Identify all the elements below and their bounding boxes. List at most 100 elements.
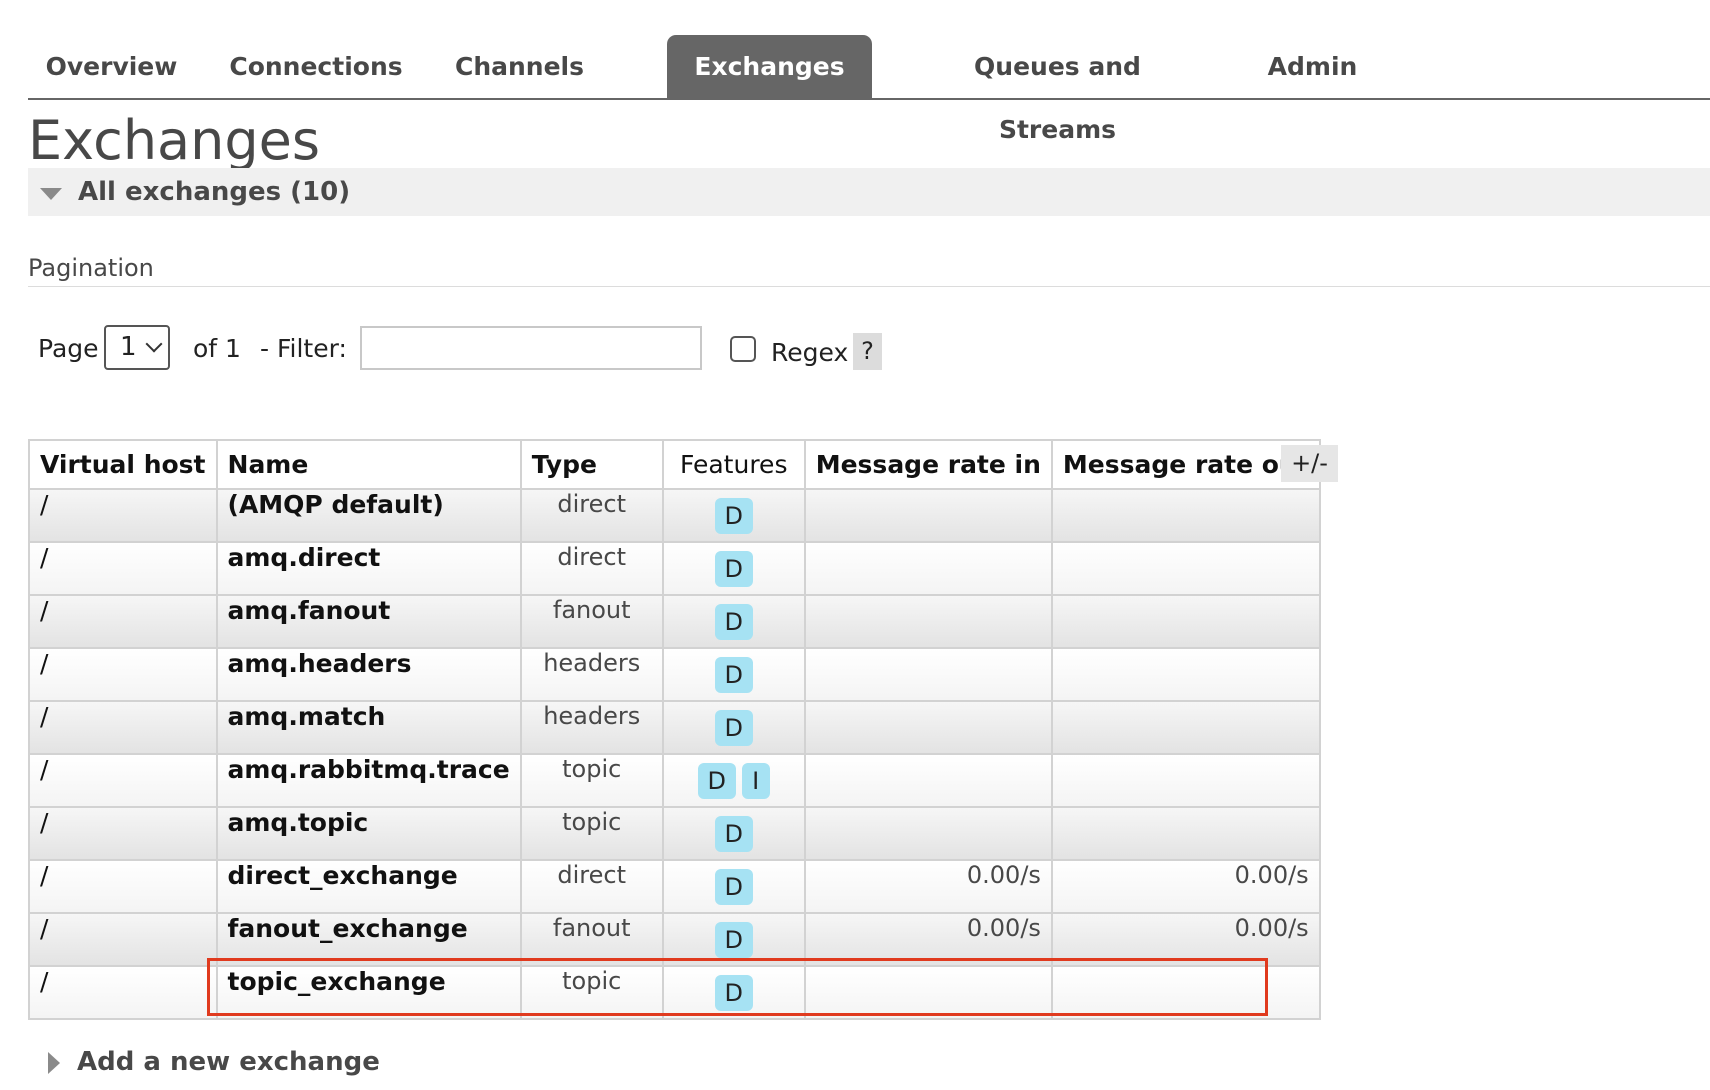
feature-badge[interactable]: D [697, 762, 736, 799]
feature-badge[interactable]: I [741, 762, 770, 799]
rate-out-cell [1050, 647, 1321, 702]
column-header-virtual-host[interactable]: Virtual host [28, 439, 218, 490]
column-header-message-rate-in[interactable]: Message rate in [803, 439, 1053, 490]
main-nav-tabs: Overview Connections Channels Exchanges … [28, 0, 1710, 144]
feature-badge[interactable]: D [714, 603, 753, 640]
rate-out-cell [1050, 965, 1321, 1020]
features-cell: D [661, 541, 806, 596]
page-select[interactable]: 1 [104, 325, 170, 370]
exchange-name-link[interactable]: (AMQP default) [215, 488, 522, 543]
features-cell: D [661, 647, 806, 702]
rate-in-cell [803, 594, 1053, 649]
vhost-cell: / [28, 488, 218, 543]
pagination-heading: Pagination [28, 254, 154, 282]
page-label: Page [38, 334, 99, 363]
tab-exchanges[interactable]: Exchanges [667, 35, 872, 98]
rate-in-cell: 0.00/s [803, 859, 1053, 914]
tab-connections[interactable]: Connections [221, 35, 411, 98]
exchange-name-link[interactable]: amq.match [215, 700, 522, 755]
exchange-name-link[interactable]: fanout_exchange [215, 912, 522, 967]
exchange-name-link[interactable]: amq.direct [215, 541, 522, 596]
features-cell: DI [661, 753, 806, 808]
page-of-label: of 1 [193, 334, 241, 363]
exchange-name-link[interactable]: amq.fanout [215, 594, 522, 649]
exchange-name-link[interactable]: amq.topic [215, 806, 522, 861]
expand-triangle-icon [48, 1052, 60, 1074]
feature-badge[interactable]: D [714, 974, 753, 1011]
feature-badge[interactable]: D [714, 921, 753, 958]
feature-badge[interactable]: D [714, 550, 753, 587]
table-row: / amq.topic topic D [28, 806, 1321, 861]
regex-label: Regex [771, 338, 849, 367]
rate-in-cell [803, 647, 1053, 702]
rate-in-cell [803, 753, 1053, 808]
tab-admin[interactable]: Admin [1260, 35, 1365, 98]
column-header-name[interactable]: Name [215, 439, 522, 490]
columns-toggle-button[interactable]: +/- [1281, 445, 1338, 482]
features-cell: D [661, 700, 806, 755]
feature-badge[interactable]: D [714, 868, 753, 905]
type-cell: headers [519, 647, 664, 702]
filter-input[interactable] [360, 326, 702, 370]
exchange-name-link[interactable]: direct_exchange [215, 859, 522, 914]
table-row: / amq.rabbitmq.trace topic DI [28, 753, 1321, 808]
table-row: / direct_exchange direct D 0.00/s 0.00/s [28, 859, 1321, 914]
rate-in-cell: 0.00/s [803, 912, 1053, 967]
table-row: / amq.fanout fanout D [28, 594, 1321, 649]
type-cell: topic [519, 806, 664, 861]
vhost-cell: / [28, 594, 218, 649]
table-row: / (AMQP default) direct D [28, 488, 1321, 543]
type-cell: topic [519, 753, 664, 808]
column-header-message-rate-out[interactable]: Message rate out [1050, 439, 1321, 490]
features-cell: D [661, 806, 806, 861]
vhost-cell: / [28, 965, 218, 1020]
rate-in-cell [803, 806, 1053, 861]
rate-out-cell [1050, 806, 1321, 861]
tab-channels[interactable]: Channels [441, 35, 598, 98]
type-cell: headers [519, 700, 664, 755]
table-row: / fanout_exchange fanout D 0.00/s 0.00/s [28, 912, 1321, 967]
vhost-cell: / [28, 912, 218, 967]
vhost-cell: / [28, 859, 218, 914]
vhost-cell: / [28, 541, 218, 596]
features-cell: D [661, 965, 806, 1020]
vhost-cell: / [28, 647, 218, 702]
all-exchanges-section-toggle[interactable]: All exchanges (10) [28, 168, 1710, 216]
chevron-down-icon [145, 335, 163, 353]
feature-badge[interactable]: D [714, 815, 753, 852]
divider [28, 286, 1710, 287]
column-header-type[interactable]: Type [519, 439, 664, 490]
feature-badge[interactable]: D [714, 497, 753, 534]
rate-out-cell [1050, 541, 1321, 596]
type-cell: fanout [519, 594, 664, 649]
regex-checkbox[interactable] [730, 336, 756, 362]
exchange-name-link[interactable]: amq.headers [215, 647, 522, 702]
vhost-cell: / [28, 806, 218, 861]
rate-in-cell [803, 700, 1053, 755]
tab-overview[interactable]: Overview [28, 35, 195, 98]
tab-queues-and-streams[interactable]: Queues and Streams [915, 35, 1200, 144]
features-cell: D [661, 488, 806, 543]
exchange-name-link[interactable]: topic_exchange [215, 965, 522, 1020]
exchanges-table: Virtual host Name Type Features Message … [28, 439, 1321, 1020]
feature-badge[interactable]: D [714, 656, 753, 693]
table-row: / amq.headers headers D [28, 647, 1321, 702]
type-cell: fanout [519, 912, 664, 967]
table-row: / amq.match headers D [28, 700, 1321, 755]
vhost-cell: / [28, 700, 218, 755]
regex-help-button[interactable]: ? [853, 333, 882, 370]
vhost-cell: / [28, 753, 218, 808]
feature-badge[interactable]: D [714, 709, 753, 746]
type-cell: direct [519, 859, 664, 914]
rate-out-cell [1050, 700, 1321, 755]
table-row: / topic_exchange topic D [28, 965, 1321, 1020]
rate-out-cell [1050, 594, 1321, 649]
type-cell: topic [519, 965, 664, 1020]
filter-label: - Filter: [260, 334, 347, 363]
rate-in-cell [803, 965, 1053, 1020]
rate-out-cell: 0.00/s [1050, 912, 1321, 967]
add-exchange-label: Add a new exchange [77, 1047, 380, 1077]
section-label: All exchanges (10) [78, 177, 351, 207]
exchange-name-link[interactable]: amq.rabbitmq.trace [215, 753, 522, 808]
features-cell: D [661, 912, 806, 967]
